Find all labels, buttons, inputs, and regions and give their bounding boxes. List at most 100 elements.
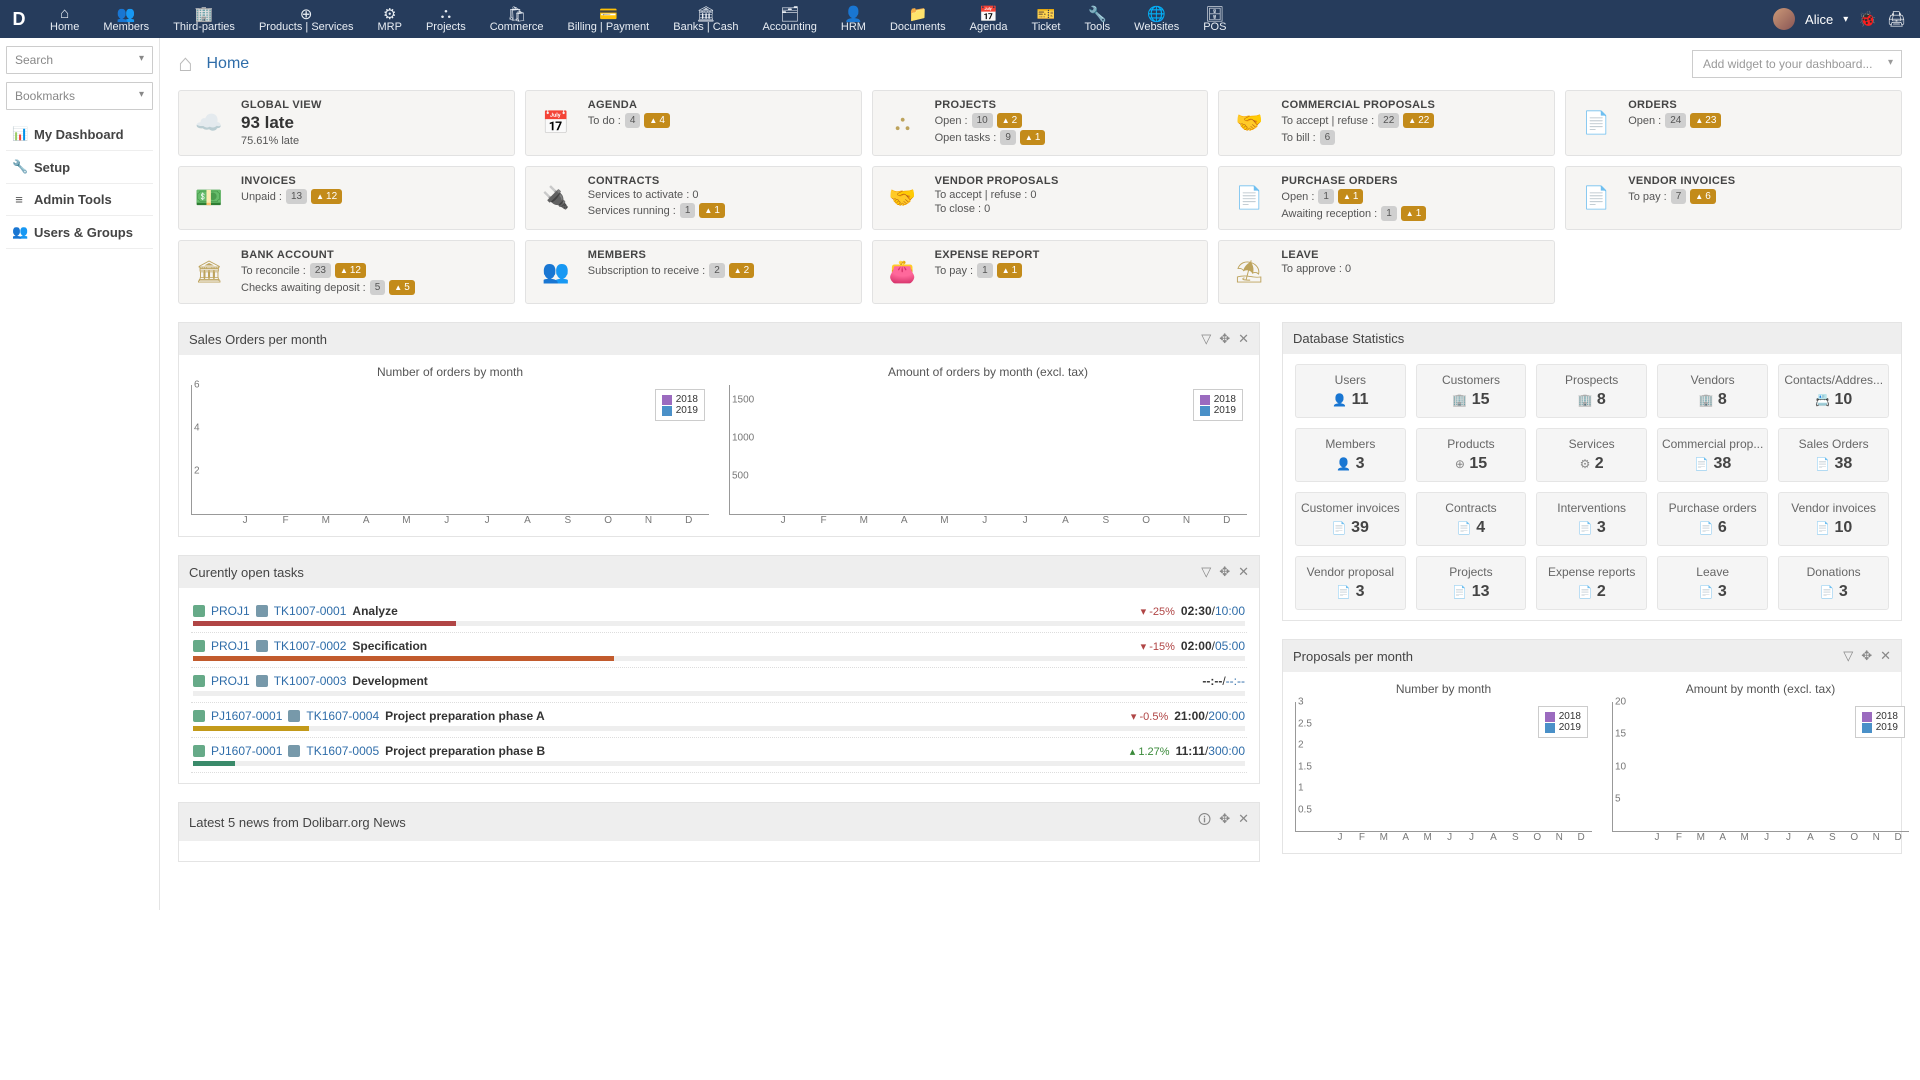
move-icon[interactable]: ✥ [1219, 811, 1230, 833]
task-row[interactable]: PROJ1 TK1007-0003 Development --:--/--:-… [191, 668, 1247, 703]
add-widget-dropdown[interactable]: Add widget to your dashboard... [1692, 50, 1902, 78]
print-icon[interactable]: 🖨 [1887, 10, 1906, 28]
task-link[interactable]: TK1007-0001 [274, 604, 347, 618]
close-icon[interactable]: ✕ [1880, 648, 1891, 664]
topmenu-icon: 🔧 [1088, 5, 1107, 21]
task-row[interactable]: PJ1607-0001 TK1607-0005 Project preparat… [191, 738, 1247, 773]
topmenu-products-services[interactable]: ⊕Products | Services [247, 0, 366, 38]
tile-vendor-proposals[interactable]: 🤝 VENDOR PROPOSALSTo accept | refuse : 0… [872, 166, 1209, 230]
topmenu-ticket[interactable]: 🎫Ticket [1020, 0, 1073, 38]
close-icon[interactable]: ✕ [1238, 811, 1249, 833]
project-link[interactable]: PROJ1 [211, 639, 250, 653]
tile-contracts[interactable]: 🔌 CONTRACTSServices to activate : 0Servi… [525, 166, 862, 230]
topmenu-hrm[interactable]: 👤HRM [829, 0, 878, 38]
filter-icon[interactable]: ▽ [1201, 564, 1211, 580]
project-link[interactable]: PROJ1 [211, 604, 250, 618]
topmenu-documents[interactable]: 📁Documents [878, 0, 958, 38]
topmenu-icon: 🎫 [1037, 5, 1056, 21]
stat-vendor-invoices[interactable]: Vendor invoices📄 10 [1778, 492, 1889, 546]
stat-purchase-orders[interactable]: Purchase orders📄 6 [1657, 492, 1768, 546]
sidebar-item-admin-tools[interactable]: ≡Admin Tools [6, 184, 153, 216]
user-name[interactable]: Alice [1805, 12, 1833, 27]
stat-members[interactable]: Members👤 3 [1295, 428, 1406, 482]
stat-vendor-proposal[interactable]: Vendor proposal📄 3 [1295, 556, 1406, 610]
topmenu-banks-cash[interactable]: 🏛Banks | Cash [661, 0, 750, 38]
topmenu-projects[interactable]: ⛬Projects [414, 0, 478, 38]
stat-commercial-prop-[interactable]: Commercial prop...📄 38 [1657, 428, 1768, 482]
filter-icon[interactable]: ▽ [1201, 331, 1211, 347]
topmenu-billing-payment[interactable]: 💳Billing | Payment [556, 0, 662, 38]
tile-projects[interactable]: ⛬ PROJECTSOpen :102Open tasks :91 [872, 90, 1209, 156]
topmenu-third-parties[interactable]: 🏢Third-parties [161, 0, 247, 38]
stat-projects[interactable]: Projects📄 13 [1416, 556, 1527, 610]
topmenu-tools[interactable]: 🔧Tools [1072, 0, 1122, 38]
stat-leave[interactable]: Leave📄 3 [1657, 556, 1768, 610]
topmenu-home[interactable]: ⌂Home [38, 0, 91, 38]
topmenu-commerce[interactable]: 🛍Commerce [478, 0, 556, 38]
task-link[interactable]: TK1007-0002 [274, 639, 347, 653]
progress-bar [193, 656, 1245, 661]
sidebar-item-users-groups[interactable]: 👥Users & Groups [6, 216, 153, 249]
stat-interventions[interactable]: Interventions📄 3 [1536, 492, 1647, 546]
task-row[interactable]: PJ1607-0001 TK1607-0004 Project preparat… [191, 703, 1247, 738]
close-icon[interactable]: ✕ [1238, 564, 1249, 580]
bug-icon[interactable]: 🐞 [1858, 10, 1877, 28]
topmenu-icon: 💳 [599, 5, 618, 21]
topmenu-websites[interactable]: 🌐Websites [1122, 0, 1191, 38]
task-link[interactable]: TK1607-0005 [306, 744, 379, 758]
stat-donations[interactable]: Donations📄 3 [1778, 556, 1889, 610]
chevron-down-icon[interactable]: ▾ [1843, 14, 1848, 25]
filter-icon[interactable]: ▽ [1843, 648, 1853, 664]
topmenu-mrp[interactable]: ⚙MRP [366, 0, 414, 38]
topmenu-agenda[interactable]: 📅Agenda [958, 0, 1020, 38]
task-link[interactable]: TK1007-0003 [274, 674, 347, 688]
tile-bank-account[interactable]: 🏛 BANK ACCOUNTTo reconcile :2312Checks a… [178, 240, 515, 304]
warning-badge: 12 [335, 263, 366, 278]
tile-orders[interactable]: 📄 ORDERSOpen :2423 [1565, 90, 1902, 156]
task-row[interactable]: PROJ1 TK1007-0002 Specification ▾ -15% 0… [191, 633, 1247, 668]
info-icon[interactable]: 🛈 [1198, 811, 1211, 833]
app-logo[interactable]: D [0, 0, 38, 38]
tile-vendor-invoices[interactable]: 📄 VENDOR INVOICESTo pay :76 [1565, 166, 1902, 230]
task-icon [256, 675, 268, 687]
move-icon[interactable]: ✥ [1219, 564, 1230, 580]
project-link[interactable]: PROJ1 [211, 674, 250, 688]
stat-prospects[interactable]: Prospects🏢 8 [1536, 364, 1647, 418]
move-icon[interactable]: ✥ [1861, 648, 1872, 664]
tile-global-view[interactable]: ☁️ GLOBAL VIEW93 late75.61% late [178, 90, 515, 156]
tile-expense-report[interactable]: 👛 EXPENSE REPORTTo pay :11 [872, 240, 1209, 304]
task-row[interactable]: PROJ1 TK1007-0001 Analyze ▾ -25% 02:30/1… [191, 598, 1247, 633]
close-icon[interactable]: ✕ [1238, 331, 1249, 347]
move-icon[interactable]: ✥ [1219, 331, 1230, 347]
task-icon [256, 640, 268, 652]
project-icon [193, 675, 205, 687]
task-link[interactable]: TK1607-0004 [306, 709, 379, 723]
project-link[interactable]: PJ1607-0001 [211, 744, 282, 758]
stat-customers[interactable]: Customers🏢 15 [1416, 364, 1527, 418]
avatar[interactable] [1773, 8, 1795, 30]
tile-leave[interactable]: ⛱ LEAVETo approve : 0 [1218, 240, 1555, 304]
search-input[interactable]: Search [6, 46, 153, 74]
stat-products[interactable]: Products⊕ 15 [1416, 428, 1527, 482]
stat-users[interactable]: Users👤 11 [1295, 364, 1406, 418]
tile-invoices[interactable]: 💵 INVOICESUnpaid :1312 [178, 166, 515, 230]
stat-vendors[interactable]: Vendors🏢 8 [1657, 364, 1768, 418]
tile-agenda[interactable]: 📅 AGENDATo do :44 [525, 90, 862, 156]
count-badge: 1 [680, 203, 696, 218]
stat-expense-reports[interactable]: Expense reports📄 2 [1536, 556, 1647, 610]
stat-contacts-addres-[interactable]: Contacts/Addres...📇 10 [1778, 364, 1889, 418]
topmenu-pos[interactable]: 🗄POS [1191, 0, 1238, 38]
topmenu-members[interactable]: 👥Members [91, 0, 161, 38]
sidebar-item-my-dashboard[interactable]: 📊My Dashboard [6, 118, 153, 151]
sidebar-item-setup[interactable]: 🔧Setup [6, 151, 153, 184]
stat-contracts[interactable]: Contracts📄 4 [1416, 492, 1527, 546]
tile-purchase-orders[interactable]: 📄 PURCHASE ORDERSOpen :11Awaiting recept… [1218, 166, 1555, 230]
topmenu-accounting[interactable]: 🗂Accounting [750, 0, 828, 38]
stat-sales-orders[interactable]: Sales Orders📄 38 [1778, 428, 1889, 482]
stat-customer-invoices[interactable]: Customer invoices📄 39 [1295, 492, 1406, 546]
stat-services[interactable]: Services⚙ 2 [1536, 428, 1647, 482]
bookmarks-dropdown[interactable]: Bookmarks [6, 82, 153, 110]
project-link[interactable]: PJ1607-0001 [211, 709, 282, 723]
tile-members[interactable]: 👥 MEMBERSSubscription to receive :22 [525, 240, 862, 304]
tile-commercial-proposals[interactable]: 🤝 COMMERCIAL PROPOSALSTo accept | refuse… [1218, 90, 1555, 156]
